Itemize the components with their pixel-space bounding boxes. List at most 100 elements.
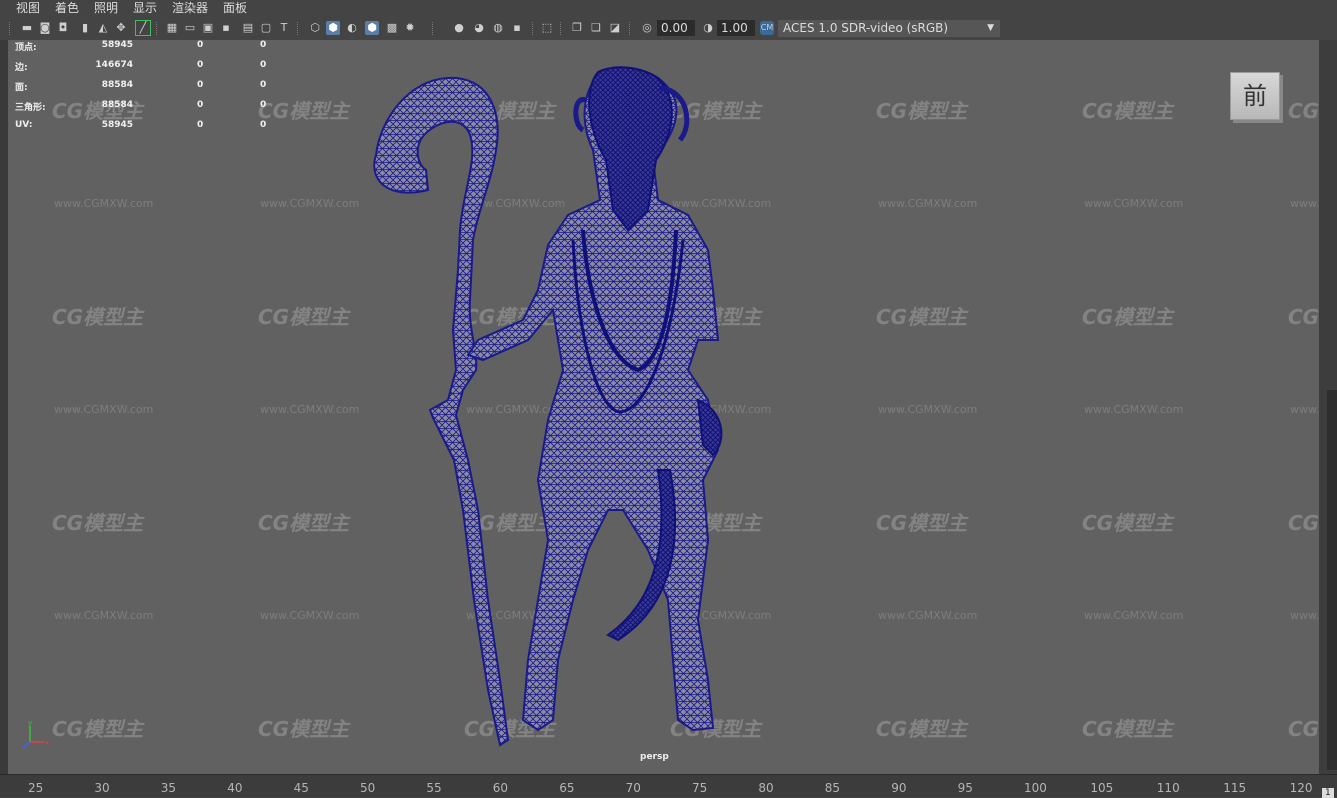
- timeline-tick-label: 75: [692, 781, 708, 795]
- hud-value: 88584: [101, 100, 133, 110]
- shadows-icon[interactable]: ●: [452, 21, 466, 35]
- image-plane-icon[interactable]: ◭: [96, 21, 110, 35]
- wireframe-model[interactable]: [8, 40, 1319, 774]
- timeline-tick-label: 30: [94, 781, 110, 795]
- 2d-pan-icon[interactable]: ✥: [114, 21, 128, 35]
- timeline-tick-label: 60: [492, 781, 509, 795]
- axis-z-label: z: [22, 744, 26, 750]
- toolbar-separator: [629, 22, 632, 35]
- hud-value: 0: [197, 80, 204, 90]
- hud-value: 0: [197, 120, 204, 130]
- hud-value: 0: [260, 60, 267, 70]
- menu-shading[interactable]: 着色: [55, 1, 79, 16]
- menu-panels[interactable]: 面板: [223, 1, 247, 16]
- hud-value: 0: [197, 60, 204, 70]
- camera-icon[interactable]: ▬: [20, 21, 34, 35]
- menu-show[interactable]: 显示: [133, 1, 157, 16]
- timeline-tick-label: 95: [957, 781, 973, 795]
- xray-icon[interactable]: ⬢: [365, 21, 379, 35]
- scroll-strip[interactable]: [1327, 390, 1337, 770]
- hud-value: 0: [260, 40, 267, 50]
- isolate-icon[interactable]: ⬚: [540, 21, 554, 35]
- hud-value: 0: [260, 80, 267, 90]
- view-cube[interactable]: 前: [1230, 72, 1280, 120]
- timeline-tick-label: 80: [758, 781, 774, 795]
- timeline-tick-label: 35: [160, 781, 177, 795]
- ambient-occlusion-icon[interactable]: ◕: [472, 21, 486, 35]
- gamma-field[interactable]: 1.00: [717, 20, 755, 36]
- hud-value: 0: [260, 120, 267, 130]
- timeline-tick-label: 70: [625, 781, 641, 795]
- light-icon[interactable]: ✹: [403, 21, 417, 35]
- hud-value: 58945: [101, 40, 133, 50]
- exposure-field[interactable]: 0.00: [657, 20, 695, 36]
- hud-value: 0: [197, 100, 204, 110]
- axis-gizmo-icon: x y z: [22, 720, 49, 750]
- toolbar-separator: [532, 22, 535, 35]
- xray-active-icon[interactable]: ❏: [589, 21, 603, 35]
- toolbar-separator: [297, 22, 300, 35]
- menu-lighting[interactable]: 照明: [94, 1, 118, 16]
- field-chart-icon[interactable]: ▤: [241, 21, 255, 35]
- current-frame-marker[interactable]: 1: [1322, 788, 1334, 798]
- textured-icon[interactable]: ▩: [385, 21, 399, 35]
- right-panel-strip: [1319, 40, 1337, 774]
- hud-value: 88584: [101, 80, 133, 90]
- staff-shape: [373, 76, 510, 747]
- resolution-gate-icon[interactable]: ▣: [201, 21, 215, 35]
- gate-mask-icon[interactable]: ▪: [219, 21, 233, 35]
- 3d-viewport[interactable]: CG模型主 www.CGMXW.com CG模型主 www.CGMXW.com CG模型…: [8, 40, 1319, 774]
- hud-value: 0: [260, 100, 267, 110]
- timeline-tick-label: 120: [1289, 781, 1313, 795]
- camera-attrs-icon[interactable]: ◘: [56, 21, 70, 35]
- timeline-tick-label: 100: [1024, 781, 1047, 795]
- wireframe-icon[interactable]: ⬡: [308, 21, 322, 35]
- viewport-toolbar: ▬ ◙ ◘ ▮ ◭ ✥ ╱ ▦ ▭ ▣ ▪ ▤ ▢ T ⬡ ⬢ ◐ ⬢ ▩ ✹ …: [0, 17, 1337, 40]
- viewport-menubar: 视图 着色 照明 显示 渲染器 面板: [0, 0, 1337, 17]
- motion-blur-icon[interactable]: ◍: [491, 21, 505, 35]
- timeline-tick-label: 40: [227, 781, 243, 795]
- timeline-tick-label: 65: [559, 781, 575, 795]
- timeline-tick-label: 90: [891, 781, 907, 795]
- color-space-select[interactable]: ACES 1.0 SDR-video (sRGB) ▼: [778, 20, 1000, 37]
- wireframe-on-shaded-icon[interactable]: ◐: [345, 21, 359, 35]
- menu-view[interactable]: 视图: [16, 1, 40, 16]
- time-slider[interactable]: 25 30 35 40 45 50 55 60 65 70 75 80 85 90 95 100 105 110 1…: [0, 774, 1337, 798]
- axis-y-label: y: [28, 720, 32, 727]
- hud-value: 0: [197, 40, 204, 50]
- camera-name-label: persp: [640, 752, 669, 762]
- camera-lock-icon[interactable]: ◙: [38, 21, 52, 35]
- timeline-tick-label: 25: [28, 781, 44, 795]
- backface-icon[interactable]: ◪: [608, 21, 622, 35]
- view-transform-icon[interactable]: CM: [760, 21, 774, 35]
- gamma-icon[interactable]: ◑: [701, 21, 715, 35]
- color-space-value: ACES 1.0 SDR-video (sRGB): [783, 21, 949, 35]
- body-shape: [466, 67, 720, 732]
- grid-icon[interactable]: ▦: [165, 21, 179, 35]
- safe-title-icon[interactable]: T: [277, 21, 291, 35]
- bookmark-icon[interactable]: ▮: [78, 21, 92, 35]
- axis-x-label: x: [45, 739, 49, 747]
- film-gate-icon[interactable]: ▭: [183, 21, 197, 35]
- shading-cube-icon[interactable]: ⬢: [326, 21, 340, 35]
- anti-alias-icon[interactable]: ▪: [510, 21, 524, 35]
- toolbar-separator: [560, 22, 563, 35]
- exposure-icon[interactable]: ◎: [640, 21, 654, 35]
- timeline-tick-label: 110: [1156, 781, 1180, 795]
- timeline-tick-label: 105: [1090, 781, 1114, 795]
- left-border: [0, 40, 8, 774]
- xray-joints-icon[interactable]: ❐: [570, 21, 584, 35]
- timeline-tick-label: 45: [293, 781, 309, 795]
- grease-pencil-icon[interactable]: ╱: [135, 20, 151, 36]
- safe-action-icon[interactable]: ▢: [259, 21, 273, 35]
- timeline-tick-label: 115: [1223, 781, 1247, 795]
- menu-renderer[interactable]: 渲染器: [172, 1, 208, 16]
- toolbar-separator: [156, 22, 159, 35]
- timeline-tick-label: 55: [426, 781, 442, 795]
- toolbar-separator: [9, 22, 12, 35]
- hud-value: 146674: [95, 60, 133, 70]
- timeline-tick-label: 85: [824, 781, 841, 795]
- toolbar-separator: [432, 22, 435, 35]
- hud-value: 58945: [101, 120, 133, 130]
- chevron-down-icon: ▼: [987, 23, 994, 33]
